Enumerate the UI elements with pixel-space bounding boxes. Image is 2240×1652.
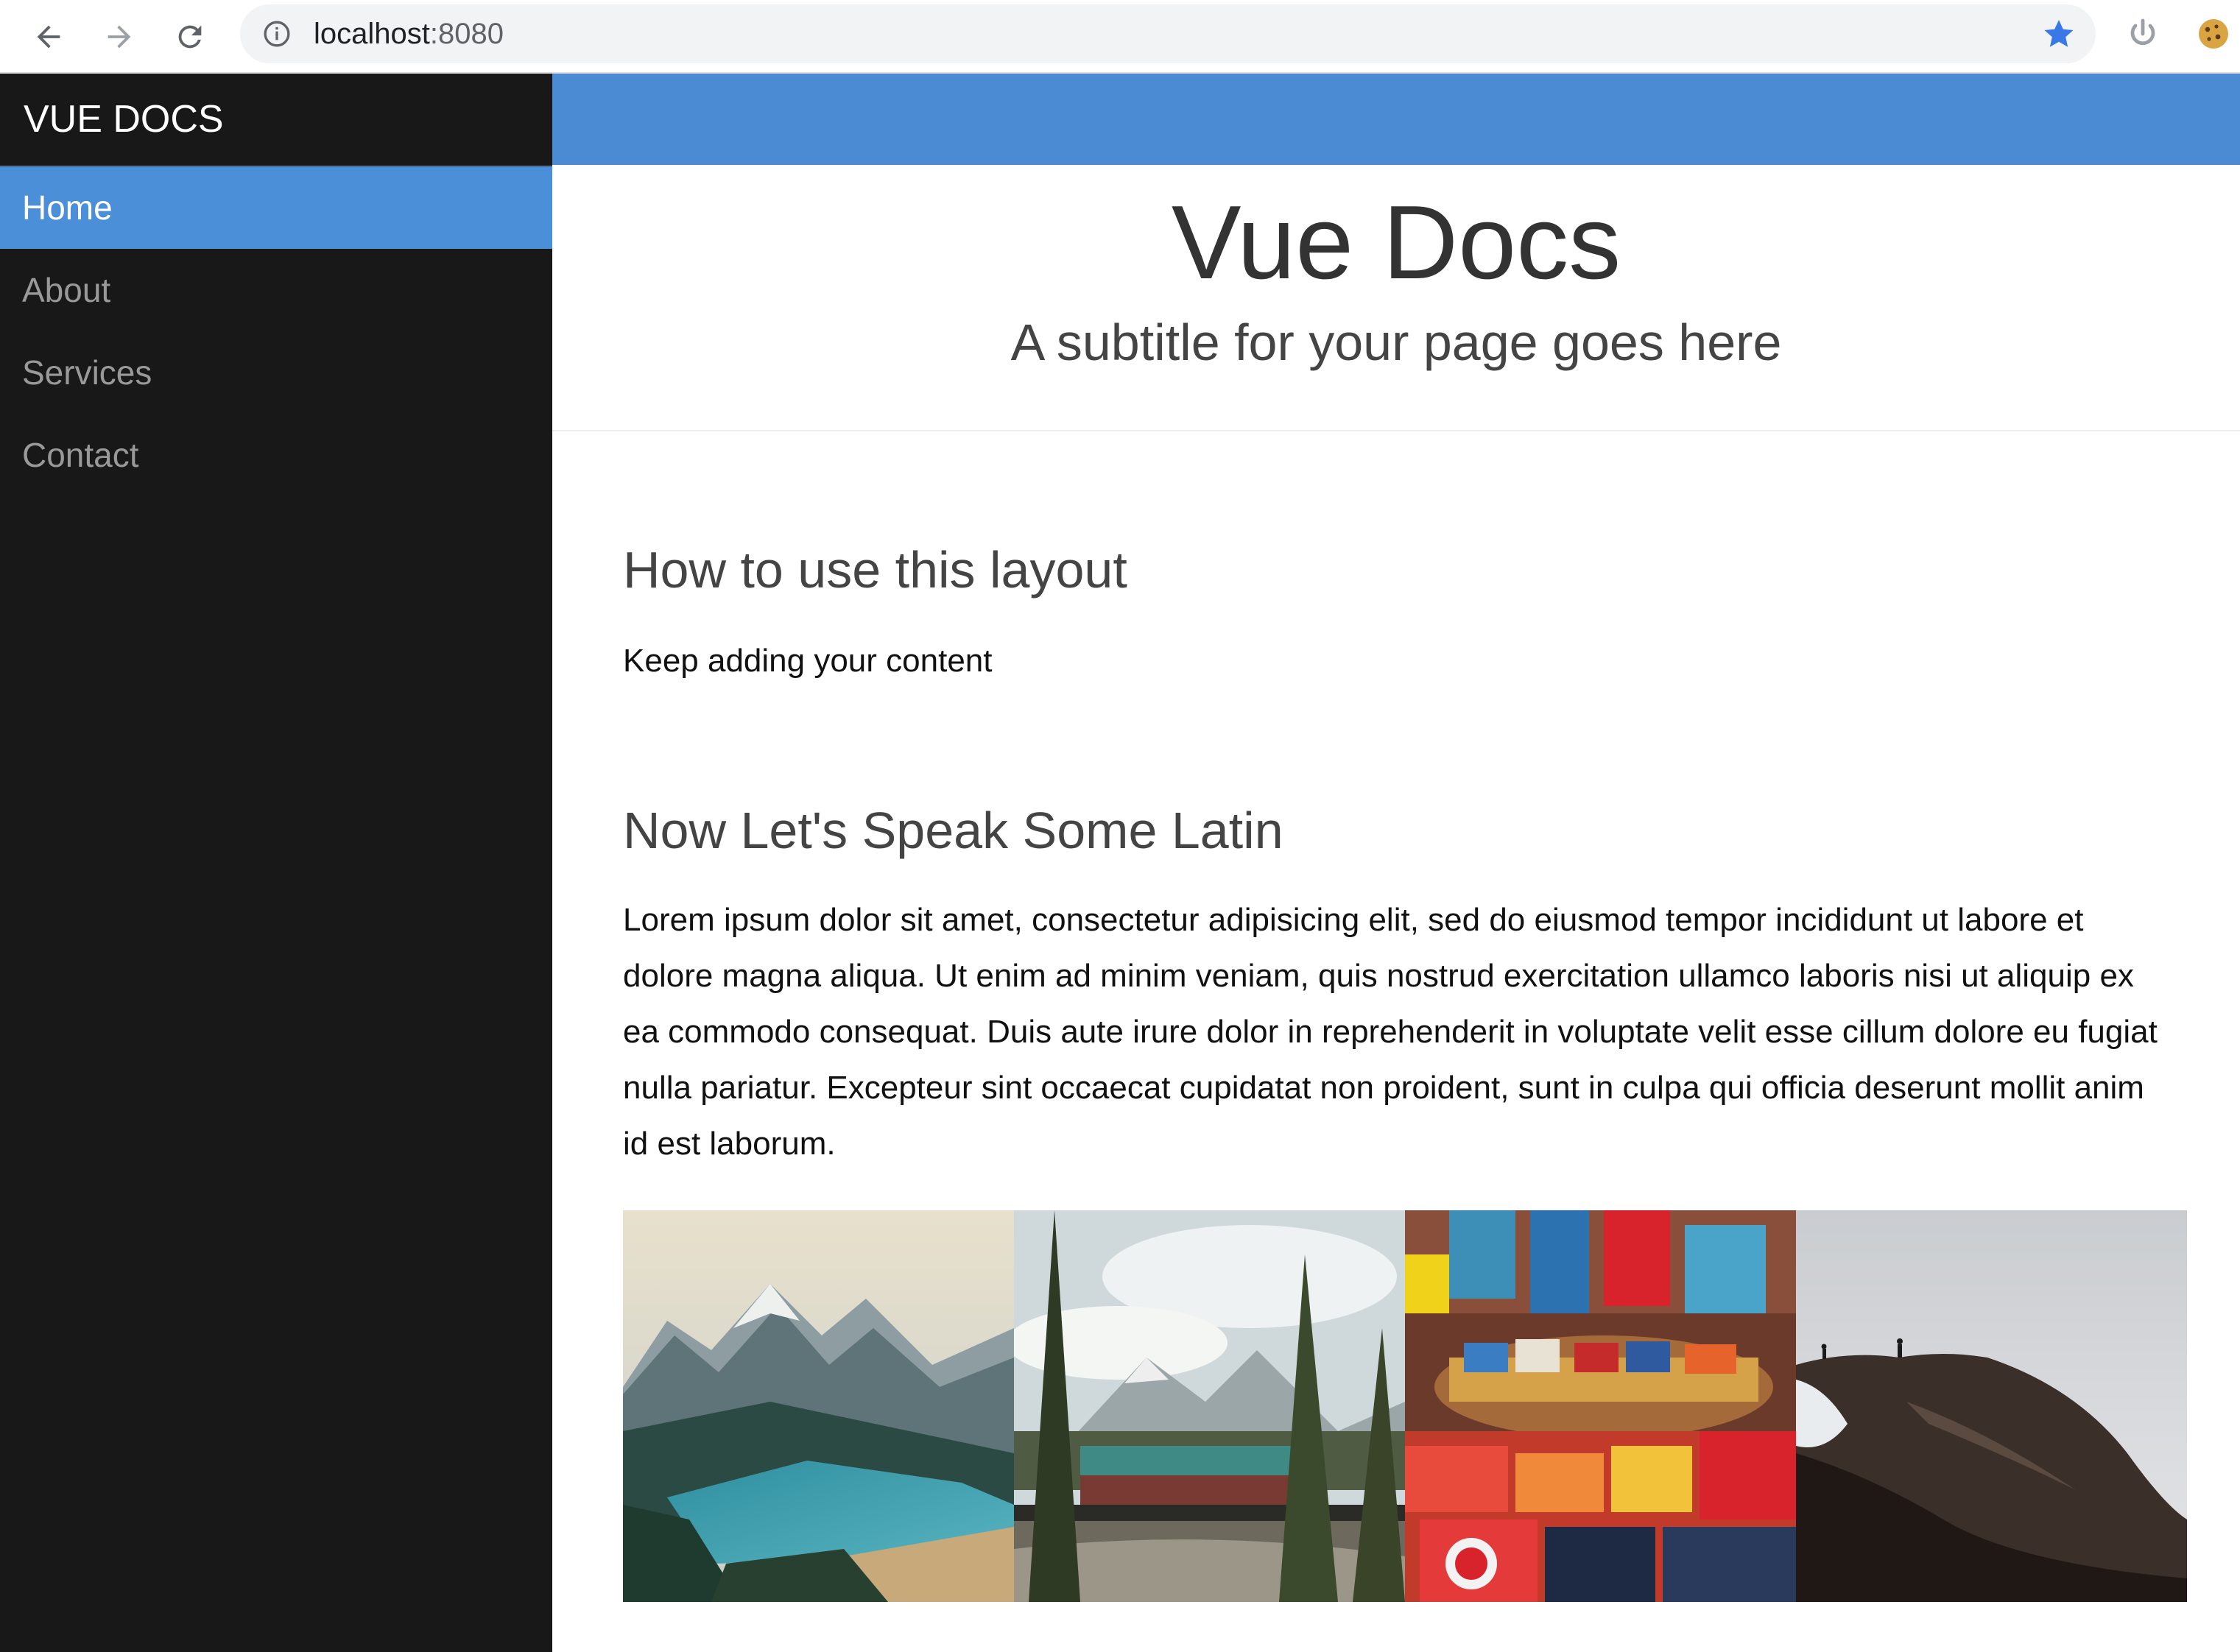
back-icon [37,25,60,49]
mountain-lake-photo [623,1210,1014,1602]
page-title: Vue Docs [1171,184,1621,301]
sidebar-item-home[interactable]: Home [0,166,552,249]
star-icon[interactable] [2041,16,2077,52]
sidebar: VUE DOCS Home About Services Contact [0,74,552,1652]
forward-button[interactable] [96,13,143,60]
section-text-latin: Lorem ipsum dolor sit amet, consectetur … [623,902,2158,1162]
url-text[interactable]: localhost:8080 [314,18,504,50]
main-content: Vue Docs A subtitle for your page goes h… [552,74,2240,1652]
hikers-cliff-photo [1796,1210,2187,1602]
address-bar[interactable]: localhost:8080 [240,4,2096,63]
clothing-store-photo [1405,1210,1796,1602]
url-host: localhost [314,18,430,50]
forest-train-photo [1014,1210,1405,1602]
brand-title[interactable]: VUE DOCS [0,74,552,166]
photo-gallery [623,1210,2187,1602]
content-section: How to use this layout Keep adding your … [552,539,2187,1602]
section-heading-layout: How to use this layout [623,541,1127,599]
url-port: :8080 [429,18,504,50]
page-subtitle: A subtitle for your page goes here [1010,314,1782,371]
info-icon[interactable] [262,19,292,49]
section-heading-latin: Now Let's Speak Some Latin [623,802,1283,859]
sidebar-item-services[interactable]: Services [0,331,552,414]
browser-toolbar: localhost:8080 [0,0,2240,74]
top-bar [552,74,2240,165]
reload-button[interactable] [166,13,214,60]
sidebar-item-about[interactable]: About [0,249,552,331]
power-icon[interactable] [2125,16,2160,52]
forward-icon [108,25,131,49]
section-text-layout: Keep adding your content [623,643,993,679]
cookie-icon[interactable] [2196,16,2231,52]
sidebar-item-contact[interactable]: Contact [0,414,552,496]
page-header: Vue Docs A subtitle for your page goes h… [552,165,2240,431]
sidebar-menu: Home About Services Contact [0,166,552,496]
back-button[interactable] [25,13,72,60]
reload-icon [178,25,202,49]
